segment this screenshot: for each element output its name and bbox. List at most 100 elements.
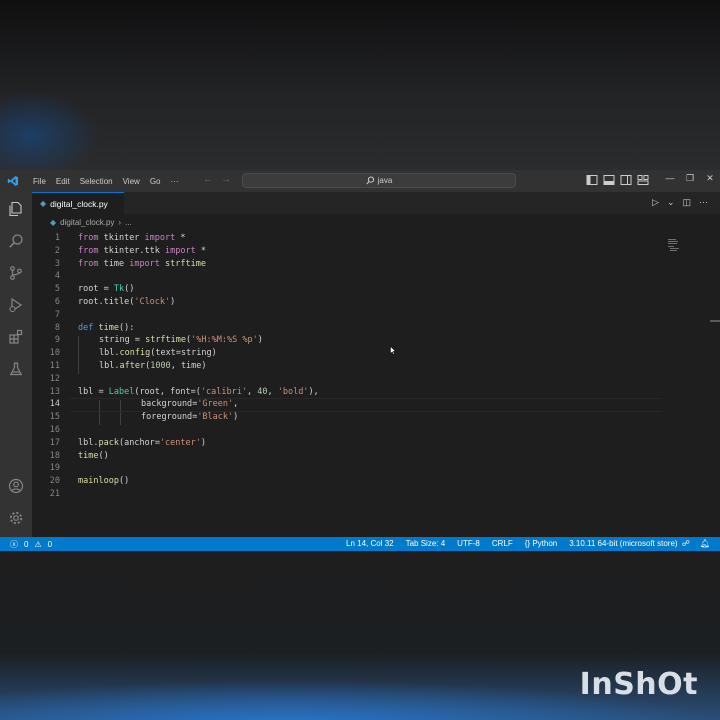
code-line: 5 root = Tk(): [32, 283, 720, 296]
line-number: 1: [54, 233, 60, 243]
problems-indicator[interactable]: ⓧ 0 ⚠ 0: [10, 539, 52, 550]
tab-bar: ◆ digital_clock.py ▷ ⌄ ◫ ···: [32, 192, 720, 214]
menu-go[interactable]: Go: [145, 177, 166, 186]
run-options-chevron-icon[interactable]: ⌄: [667, 197, 675, 208]
line-number: 15: [49, 412, 60, 423]
error-icon: ⓧ: [10, 540, 18, 549]
error-count: 0: [24, 540, 29, 549]
warning-icon: ⚠: [34, 540, 42, 549]
minimize-button[interactable]: —: [660, 173, 680, 184]
line-number: 16: [49, 424, 60, 435]
code-line: 4: [32, 270, 720, 283]
code-line: 17 lbl.pack(anchor='center'): [32, 437, 720, 450]
forward-arrow-icon[interactable]: →: [221, 174, 231, 185]
code-text: root = Tk(): [78, 284, 135, 295]
activity-bar: [0, 192, 32, 537]
line-number: 10: [49, 348, 60, 359]
line-number: 9: [54, 335, 60, 346]
code-text: mainloop(): [78, 476, 130, 487]
code-text: string = strftime('%H:%M:%S %p'): [99, 335, 263, 346]
split-editor-icon[interactable]: ◫: [682, 197, 691, 208]
python-file-icon: ◆: [50, 218, 57, 227]
toggle-primary-sidebar-icon[interactable]: [586, 174, 598, 186]
line-number: 17: [49, 437, 60, 448]
code-line: 9 string = strftime('%H:%M:%S %p'): [32, 334, 720, 347]
code-text: time(): [78, 450, 109, 461]
code-line: 6 root.title('Clock'): [32, 296, 720, 309]
run-debug-icon[interactable]: [7, 296, 25, 314]
more-actions-icon[interactable]: ···: [699, 197, 708, 208]
search-text: java: [377, 176, 393, 185]
toggle-secondary-sidebar-icon[interactable]: [620, 174, 632, 186]
title-bar: File Edit Selection View Go ··· ← → java…: [0, 170, 720, 192]
line-number: 6: [54, 296, 60, 307]
menu-more[interactable]: ···: [165, 177, 183, 186]
code-text: lbl = Label(root, font=('calibri', 40, '…: [78, 386, 319, 397]
code-line: 16: [32, 424, 720, 437]
code-text: def time():: [78, 322, 135, 333]
search-sidebar-icon[interactable]: [7, 232, 25, 250]
code-line: 18 time(): [32, 450, 720, 463]
explorer-icon[interactable]: [7, 200, 25, 218]
code-line: 7: [32, 309, 720, 322]
code-line: 2 from tkinter.ttk import *: [32, 245, 720, 258]
line-number: 11: [49, 360, 60, 371]
back-arrow-icon[interactable]: ←: [203, 174, 213, 185]
tab-size[interactable]: Tab Size: 4: [406, 539, 446, 548]
vscode-logo-icon: [6, 174, 20, 188]
breadcrumb: ◆ digital_clock.py › ...: [50, 218, 132, 227]
inshot-watermark: InShOt: [579, 667, 698, 702]
code-line: 19: [32, 462, 720, 475]
code-line: 20 mainloop(): [32, 475, 720, 488]
breadcrumb-file[interactable]: digital_clock.py: [60, 218, 114, 227]
code-line: 15 foreground='Black'): [32, 411, 720, 424]
file-encoding[interactable]: UTF-8: [457, 539, 480, 548]
cursor-position[interactable]: Ln 14, Col 32: [346, 539, 394, 548]
menu-file[interactable]: File: [28, 177, 51, 186]
language-mode[interactable]: {} Python: [525, 539, 557, 548]
line-number: 3: [54, 258, 60, 269]
customize-layout-icon[interactable]: [637, 174, 649, 186]
code-line: 13 lbl = Label(root, font=('calibri', 40,…: [32, 386, 720, 399]
notifications-bell-icon[interactable]: 🔔︎: [700, 539, 710, 548]
testing-flask-icon[interactable]: [7, 360, 25, 378]
menu-view[interactable]: View: [118, 177, 145, 186]
close-button[interactable]: ✕: [700, 173, 720, 184]
feedback-icon[interactable]: ☍: [682, 539, 690, 548]
code-line-current: 14 background='Green',: [32, 398, 720, 413]
code-editor[interactable]: 1 from tkinter import * 2 from tkinter.ttk…: [32, 232, 720, 501]
extensions-icon[interactable]: [7, 328, 25, 346]
line-ending[interactable]: CRLF: [492, 539, 513, 548]
code-text: foreground='Black'): [141, 412, 239, 423]
breadcrumb-symbol[interactable]: ...: [125, 218, 132, 227]
code-line: 3 from time import strftime: [32, 258, 720, 271]
restore-button[interactable]: ❐: [680, 173, 700, 184]
line-number: 13: [49, 386, 60, 397]
status-bar: ⓧ 0 ⚠ 0 Ln 14, Col 32 Tab Size: 4 UTF-8 …: [0, 537, 720, 551]
code-line: 11 lbl.after(1000, time): [32, 360, 720, 373]
editor-area: ◆ digital_clock.py ▷ ⌄ ◫ ··· ◆ digital_c…: [32, 192, 720, 537]
line-number: 14: [49, 399, 60, 410]
run-python-file-icon[interactable]: ▷: [652, 197, 659, 208]
code-line: 1 from tkinter import *: [32, 232, 720, 245]
code-text: from tkinter import *: [78, 233, 186, 243]
settings-gear-icon[interactable]: [7, 509, 25, 527]
mouse-pointer-icon: [390, 346, 396, 355]
code-text: from tkinter.ttk import *: [78, 245, 206, 256]
tab-digital-clock[interactable]: ◆ digital_clock.py: [32, 192, 124, 214]
line-number: 12: [49, 373, 60, 384]
code-line: 8 def time():: [32, 322, 720, 335]
line-number: 8: [54, 322, 60, 333]
toggle-panel-icon[interactable]: [603, 174, 615, 186]
source-control-icon[interactable]: [7, 264, 25, 282]
video-background-top: [0, 0, 720, 180]
tab-label: digital_clock.py: [50, 198, 108, 209]
line-number: 20: [49, 476, 60, 487]
code-text: from time import strftime: [78, 258, 206, 269]
code-text: lbl.after(1000, time): [99, 360, 207, 371]
account-icon[interactable]: [7, 477, 25, 495]
python-interpreter[interactable]: 3.10.11 64-bit (microsoft store): [569, 539, 677, 548]
command-center-search[interactable]: java: [242, 173, 516, 188]
menu-edit[interactable]: Edit: [51, 177, 75, 186]
menu-selection[interactable]: Selection: [75, 177, 118, 186]
